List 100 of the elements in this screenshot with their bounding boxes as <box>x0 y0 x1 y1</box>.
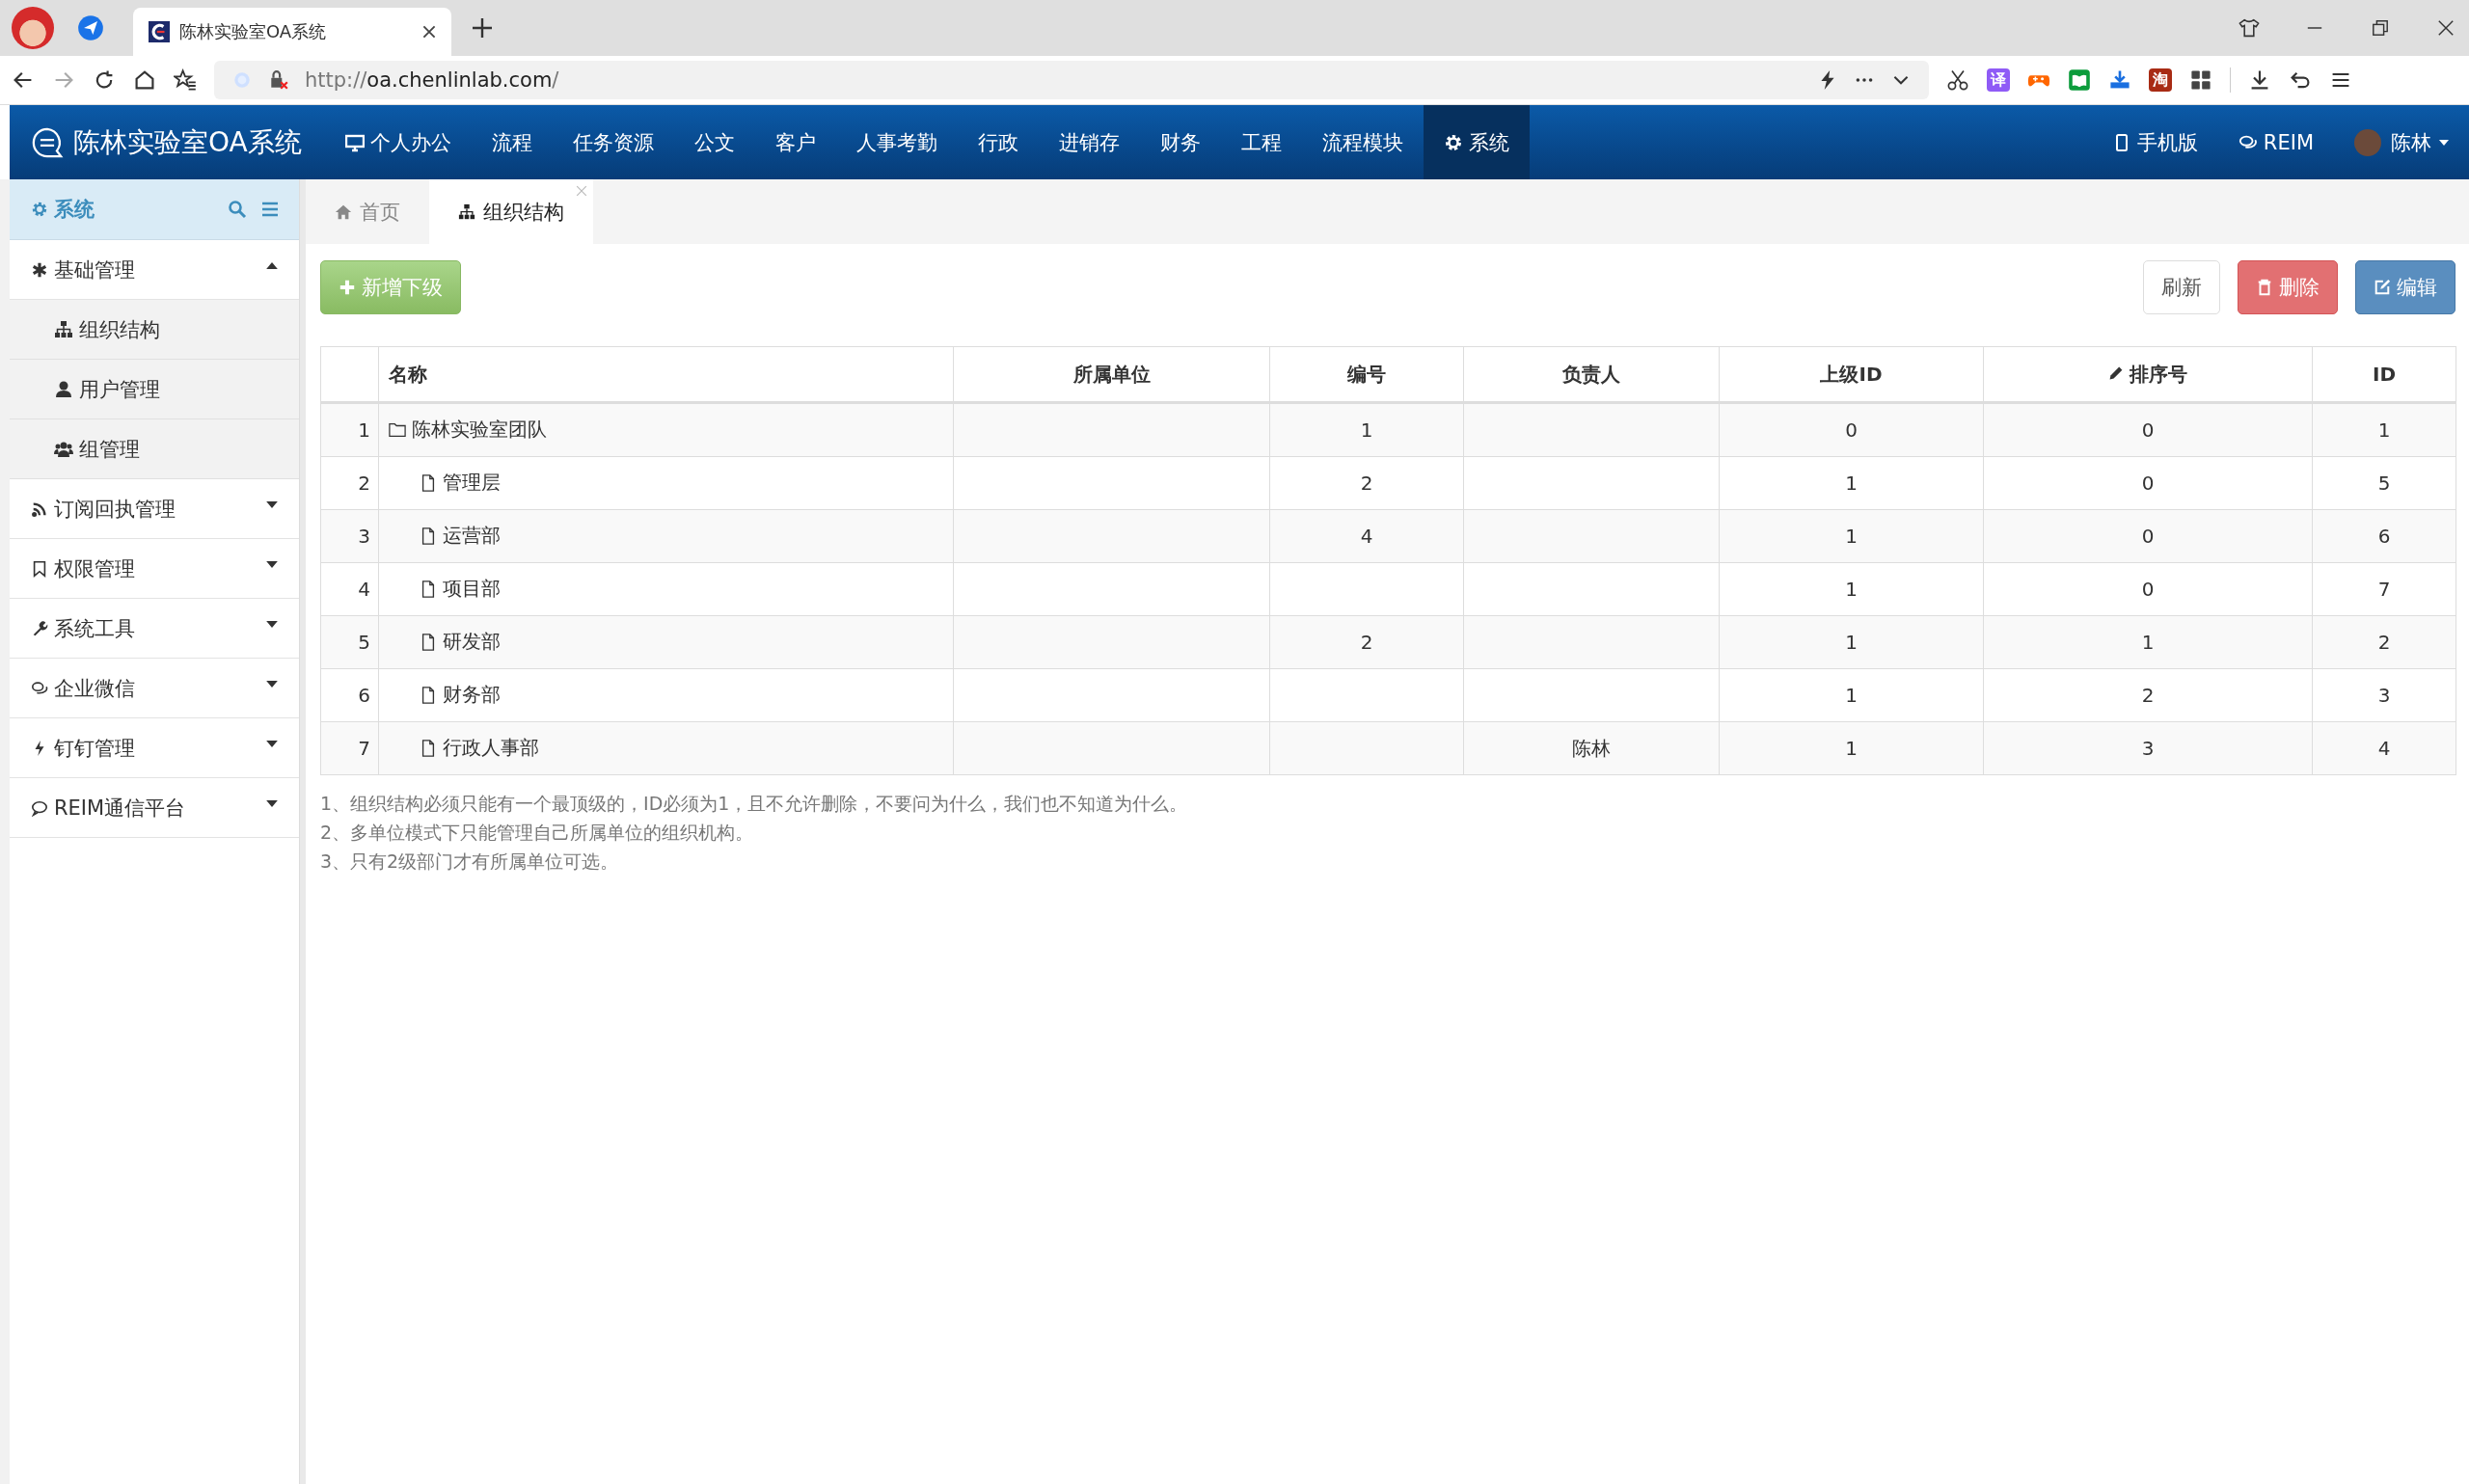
profile-avatar[interactable] <box>12 7 54 49</box>
table-cell: 3 <box>2141 737 2155 760</box>
note-text: 1、组织结构必须只能有一个最顶级的，ID必须为1，且不允许删除，不要问为什么，我们也不知道为什么。 <box>320 792 1189 816</box>
shirt-icon[interactable] <box>2238 16 2261 40</box>
site-status-icon <box>231 69 253 91</box>
browser-tab[interactable]: 陈林实验室OA系统 <box>133 8 451 56</box>
nav-menu-item[interactable]: 财务 <box>1139 105 1221 179</box>
note-text: 3、只有2级部门才有所属单位可选。 <box>320 850 620 874</box>
table-cell: 陈林实验室团队 <box>412 417 547 444</box>
row-number: 1 <box>320 402 379 457</box>
file-icon <box>420 739 437 757</box>
table-cell: 2 <box>1360 631 1373 654</box>
tab-title: 陈林实验室OA系统 <box>179 20 328 43</box>
home-icon <box>335 202 352 221</box>
table-cell: 1 <box>1845 525 1858 548</box>
table-cell: 2 <box>2377 631 2391 654</box>
sidebar-group[interactable]: 企业微信 <box>10 659 299 718</box>
trash-icon <box>2256 279 2273 296</box>
home-icon[interactable] <box>133 68 156 92</box>
file-icon <box>420 580 437 598</box>
translate-extension[interactable]: 译 <box>1987 68 2010 92</box>
nav-menu-item[interactable]: 个人办公 <box>324 105 472 179</box>
sidebar-group[interactable]: 权限管理 <box>10 539 299 599</box>
nav-menu-item[interactable]: 客户 <box>754 105 836 179</box>
close-icon[interactable] <box>422 25 436 39</box>
table-cell: 7 <box>2377 578 2391 601</box>
table-cell: 5 <box>2377 472 2391 495</box>
nav-menu-item[interactable]: 进销存 <box>1038 105 1140 179</box>
table-cell: 1 <box>1360 418 1373 442</box>
chat-link[interactable]: REIM <box>2217 105 2334 179</box>
table-cell: 研发部 <box>443 629 501 656</box>
file-icon <box>420 633 437 651</box>
star-list-icon[interactable] <box>174 68 197 92</box>
table-cell: 0 <box>2141 472 2155 495</box>
sidebar-group[interactable]: 系统工具 <box>10 599 299 659</box>
refresh-button[interactable]: 刷新 <box>2143 260 2220 314</box>
table-cell: 2 <box>1360 472 1373 495</box>
table-cell: 1 <box>2377 418 2391 442</box>
table-cell: 0 <box>1845 418 1858 442</box>
user-icon <box>54 379 73 399</box>
sidebar-item[interactable]: 用户管理 <box>10 360 299 419</box>
note-text: 2、多单位模式下只能管理自己所属单位的组织机构。 <box>320 821 755 845</box>
gear-icon <box>31 201 48 218</box>
row-number: 4 <box>320 562 379 616</box>
rss-icon <box>31 499 48 518</box>
sidebar-group[interactable]: 订阅回执管理 <box>10 479 299 539</box>
table-cell: 1 <box>1845 472 1858 495</box>
table-cell: 2 <box>2141 684 2155 707</box>
app-title[interactable]: 陈林实验室OA系统 <box>73 123 302 161</box>
table-cell: 0 <box>2141 578 2155 601</box>
paper-plane-icon[interactable] <box>77 14 104 41</box>
caret-icon <box>2439 139 2449 146</box>
edit-icon <box>2374 279 2391 296</box>
table-cell: 1 <box>1845 578 1858 601</box>
speech-bubble-icon <box>31 798 48 817</box>
row-number: 5 <box>320 615 379 669</box>
table-cell: 管理层 <box>443 470 501 497</box>
address-bar[interactable]: http://oa.chenlinlab.com/ <box>214 61 1929 99</box>
table-cell: 1 <box>1845 631 1858 654</box>
nav-menu-item[interactable]: 流程模块 <box>1301 105 1424 179</box>
table-cell: 0 <box>2141 418 2155 442</box>
file-icon <box>420 526 437 545</box>
book-icon[interactable] <box>2068 68 2091 92</box>
bookmark-icon <box>31 559 48 578</box>
sidebar-item[interactable]: 组织结构 <box>10 300 299 360</box>
nav-menu-item[interactable]: 行政 <box>957 105 1039 179</box>
nav-menu-item[interactable]: 公文 <box>673 105 755 179</box>
chat-bubble-icon <box>31 125 64 159</box>
mobile-link[interactable]: 手机版 <box>2091 105 2218 179</box>
table-cell: 4 <box>2377 737 2391 760</box>
nav-menu-item[interactable]: 系统 <box>1423 105 1530 179</box>
sidebar-group[interactable]: REIM通信平台 <box>10 778 299 838</box>
shopping-extension[interactable]: 淘 <box>2149 68 2172 92</box>
table-cell: 3 <box>2377 684 2391 707</box>
new-tab-icon[interactable] <box>473 18 492 38</box>
nav-menu-item[interactable]: 人事考勤 <box>835 105 958 179</box>
scissors-icon[interactable] <box>1946 68 1969 92</box>
table-cell: 项目部 <box>443 576 501 603</box>
sidebar-group[interactable]: 钉钉管理 <box>10 718 299 778</box>
page-tab[interactable]: 组织结构 <box>429 179 593 244</box>
gear-icon <box>1443 132 1463 152</box>
file-icon <box>420 473 437 492</box>
table-cell: 6 <box>2377 525 2391 548</box>
nav-menu-item[interactable]: 流程 <box>471 105 553 179</box>
table-cell: 陈林 <box>1572 736 1611 760</box>
sidebar-item[interactable]: 组管理 <box>10 419 299 479</box>
asterisk-icon <box>31 260 48 279</box>
insecure-lock-icon[interactable] <box>268 69 289 91</box>
nav-menu-item[interactable]: 工程 <box>1220 105 1302 179</box>
nav-menu-item[interactable]: 任务资源 <box>552 105 674 179</box>
user-menu[interactable]: 陈林 <box>2334 105 2469 179</box>
table-cell: 1 <box>1845 684 1858 707</box>
sitemap-icon <box>458 202 475 221</box>
wrench-icon <box>31 619 48 637</box>
row-number: 3 <box>320 509 379 563</box>
table-cell: 1 <box>2141 631 2155 654</box>
file-icon <box>420 686 437 704</box>
search-icon[interactable] <box>228 200 247 219</box>
apps-grid-icon[interactable] <box>2189 68 2212 92</box>
user-avatar <box>2354 128 2381 156</box>
